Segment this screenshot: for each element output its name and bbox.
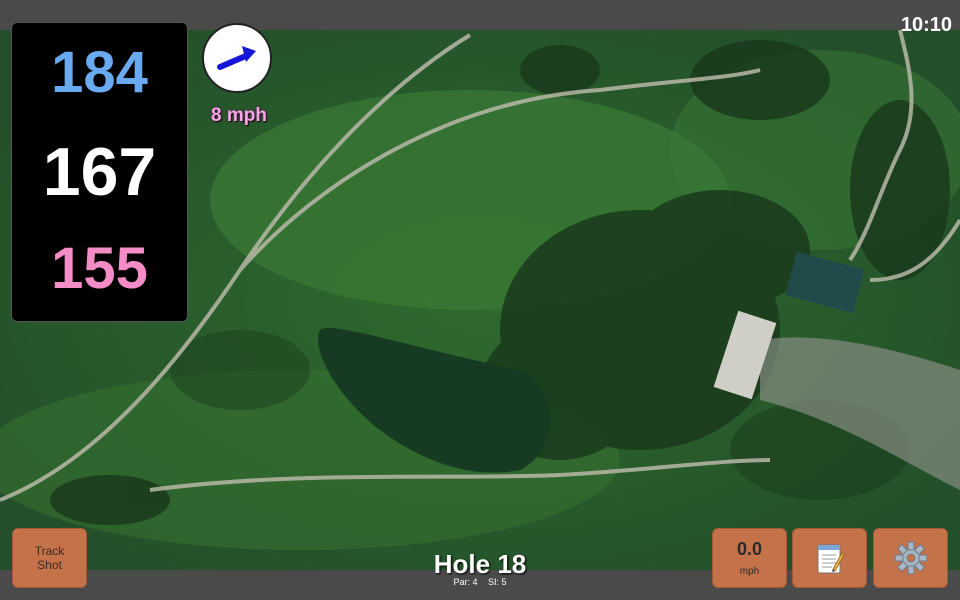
wind-speed-label: 8 mph <box>211 105 267 126</box>
front-yardage: 155 <box>51 236 148 301</box>
track-shot-label: Track Shot <box>34 544 65 572</box>
arrow-northeast-icon <box>217 46 256 70</box>
notepad-icon <box>817 544 844 574</box>
speed-unit: mph <box>739 566 760 577</box>
hole-meta: Par: 4 SI: 5 <box>380 577 580 587</box>
yardage-panel: 184 167 155 <box>11 22 188 322</box>
hole-title: Hole 18 <box>433 549 527 579</box>
settings-button[interactable] <box>873 528 948 588</box>
notes-button[interactable] <box>792 528 867 588</box>
speed-button[interactable]: 0.0 mph <box>712 528 787 588</box>
status-clock: 10:10 <box>900 14 952 36</box>
wind-direction-dial <box>202 23 272 93</box>
speed-value: 0.0 <box>736 539 763 559</box>
gear-icon <box>894 541 927 575</box>
track-shot-button[interactable]: Track Shot <box>12 528 87 588</box>
stroke-index-label: SI: 5 <box>488 577 507 587</box>
back-yardage: 184 <box>51 40 148 105</box>
middle-yardage: 167 <box>42 134 157 210</box>
par-label: Par: 4 <box>453 577 478 587</box>
